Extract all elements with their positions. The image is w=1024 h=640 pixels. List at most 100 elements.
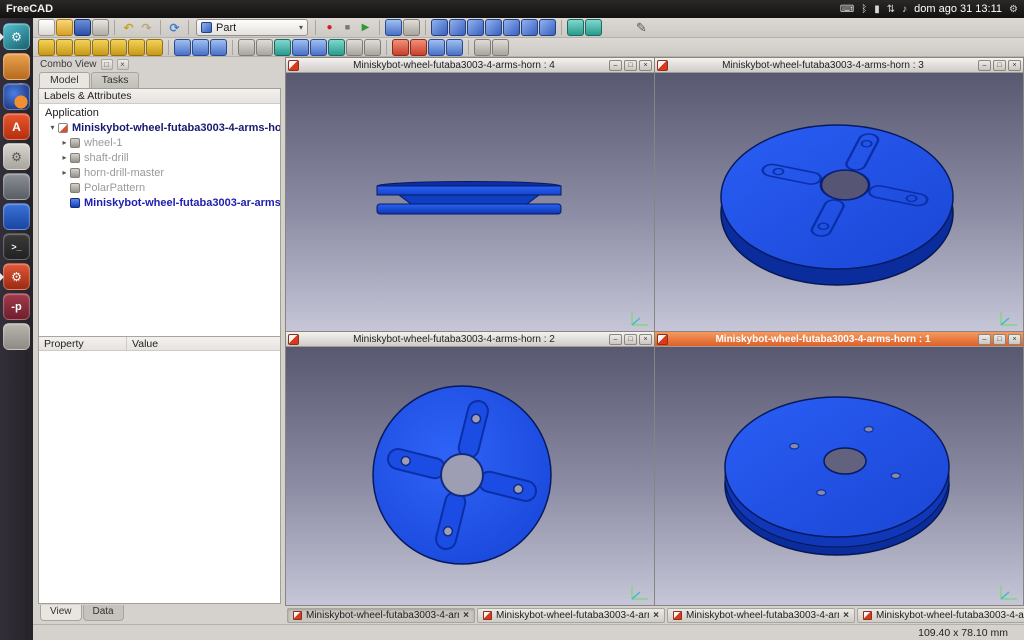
expand-arrow-icon[interactable]: ▸: [59, 153, 70, 162]
taskbar-tab-3[interactable]: Miniskybot-wheel-futaba3003-4-arms-horn …: [667, 608, 855, 623]
view-window-2[interactable]: Miniskybot-wheel-futaba3003-4-arms-horn …: [285, 331, 655, 606]
view-top-button[interactable]: [467, 19, 484, 36]
launcher-system-settings[interactable]: ⚙: [3, 143, 30, 170]
measure-linear-button[interactable]: [567, 19, 584, 36]
clock[interactable]: dom ago 31 13:11: [914, 3, 1002, 15]
tree-root-application[interactable]: Application: [39, 105, 280, 120]
part-chamfer-button[interactable]: [310, 39, 327, 56]
active-app-name[interactable]: FreeCAD: [6, 3, 53, 15]
tab-data[interactable]: Data: [83, 605, 124, 621]
tree-item-shaft-drill[interactable]: ▸ shaft-drill: [39, 150, 280, 165]
close-button[interactable]: ×: [1008, 334, 1021, 345]
print-button[interactable]: [92, 19, 109, 36]
part-primitives-button[interactable]: [128, 39, 145, 56]
part-torus-button[interactable]: [110, 39, 127, 56]
macro-play-button[interactable]: ▶: [357, 19, 374, 36]
window-4-titlebar[interactable]: Miniskybot-wheel-futaba3003-4-arms-horn …: [286, 58, 654, 73]
window-1-titlebar[interactable]: Miniskybot-wheel-futaba3003-4-arms-horn …: [655, 332, 1023, 347]
view-window-4[interactable]: Miniskybot-wheel-futaba3003-4-arms-horn …: [285, 57, 655, 332]
close-button[interactable]: ×: [639, 60, 652, 71]
view-left-button[interactable]: [539, 19, 556, 36]
view-bottom-button[interactable]: [521, 19, 538, 36]
property-column-header[interactable]: Property: [39, 337, 127, 350]
view-axonometric-button[interactable]: [431, 19, 448, 36]
tab-close-icon[interactable]: ×: [463, 610, 469, 621]
boolean-cut-button[interactable]: [210, 39, 227, 56]
viewport-isometric-top[interactable]: [655, 73, 1023, 331]
part-mirror-button[interactable]: [274, 39, 291, 56]
part-defeaturing-button[interactable]: [492, 39, 509, 56]
undo-button[interactable]: ↶: [120, 19, 137, 36]
launcher-gimp[interactable]: -p: [3, 293, 30, 320]
close-button[interactable]: ×: [1008, 60, 1021, 71]
tab-tasks[interactable]: Tasks: [91, 72, 140, 88]
tab-close-icon[interactable]: ×: [843, 610, 849, 621]
taskbar-tab-1[interactable]: Miniskybot-wheel-futaba3003-4-arms-horn …: [287, 608, 475, 623]
new-document-button[interactable]: [38, 19, 55, 36]
minimize-button[interactable]: –: [609, 334, 622, 345]
tab-close-icon[interactable]: ×: [653, 610, 659, 621]
launcher-amazon[interactable]: A: [3, 113, 30, 140]
view-window-1[interactable]: Miniskybot-wheel-futaba3003-4-arms-horn …: [654, 331, 1024, 606]
part-offset-button[interactable]: [428, 39, 445, 56]
part-fillet-button[interactable]: [292, 39, 309, 56]
boolean-union-button[interactable]: [174, 39, 191, 56]
part-box-button[interactable]: [38, 39, 55, 56]
taskbar-tab-2[interactable]: Miniskybot-wheel-futaba3003-4-arms-horn …: [477, 608, 665, 623]
value-column-header[interactable]: Value: [127, 337, 163, 350]
part-cylinder-button[interactable]: [56, 39, 73, 56]
window-2-titlebar[interactable]: Miniskybot-wheel-futaba3003-4-arms-horn …: [286, 332, 654, 347]
launcher-blue-app[interactable]: [3, 203, 30, 230]
boolean-common-button[interactable]: [192, 39, 209, 56]
maximize-button[interactable]: □: [993, 60, 1006, 71]
edit-pen-button[interactable]: ✎: [633, 19, 650, 36]
viewport-isometric-bottom[interactable]: [655, 347, 1023, 605]
bluetooth-icon[interactable]: ᛒ: [861, 4, 867, 15]
draw-style-button[interactable]: [403, 19, 420, 36]
part-section-button[interactable]: [392, 39, 409, 56]
part-extrude-button[interactable]: [238, 39, 255, 56]
panel-close-button[interactable]: ×: [117, 59, 129, 70]
wheel-top-view-model[interactable]: [286, 347, 654, 605]
window-3-titlebar[interactable]: Miniskybot-wheel-futaba3003-4-arms-horn …: [655, 58, 1023, 73]
save-button[interactable]: [74, 19, 91, 36]
part-ruled-surface-button[interactable]: [328, 39, 345, 56]
taskbar-tab-4[interactable]: Miniskybot-wheel-futaba3003-4-arms-horn …: [857, 608, 1024, 623]
tree-item-wheel-1[interactable]: ▸ wheel-1: [39, 135, 280, 150]
tab-view[interactable]: View: [40, 605, 82, 621]
redo-button[interactable]: ↷: [138, 19, 155, 36]
view-window-3[interactable]: Miniskybot-wheel-futaba3003-4-arms-horn …: [654, 57, 1024, 332]
network-icon[interactable]: ⇅: [887, 4, 895, 15]
part-revolve-button[interactable]: [256, 39, 273, 56]
viewport-top-view[interactable]: [286, 347, 654, 605]
wheel-isometric-top-model[interactable]: [655, 73, 1023, 331]
launcher-freecad-red[interactable]: ⚙: [3, 263, 30, 290]
maximize-button[interactable]: □: [624, 334, 637, 345]
minimize-button[interactable]: –: [978, 334, 991, 345]
macro-stop-button[interactable]: ■: [339, 19, 356, 36]
view-right-button[interactable]: [485, 19, 502, 36]
part-shapebuilder-button[interactable]: [146, 39, 163, 56]
tree-item-polarpattern[interactable]: PolarPattern: [39, 180, 280, 195]
part-sweep-button[interactable]: [364, 39, 381, 56]
view-fit-button[interactable]: [385, 19, 402, 36]
tree-item-document[interactable]: ▾ Miniskybot-wheel-futaba3003-4-arms-hor…: [39, 120, 280, 135]
collapse-arrow-icon[interactable]: ▾: [47, 123, 58, 132]
keyboard-indicator-icon[interactable]: ⌨: [840, 4, 854, 15]
property-table-body[interactable]: [39, 351, 280, 603]
open-button[interactable]: [56, 19, 73, 36]
viewport-side-view[interactable]: [286, 73, 654, 331]
launcher-terminal[interactable]: >_: [3, 233, 30, 260]
part-sphere-button[interactable]: [74, 39, 91, 56]
tree-item-horn-drill-master[interactable]: ▸ horn-drill-master: [39, 165, 280, 180]
part-loft-button[interactable]: [346, 39, 363, 56]
tab-model[interactable]: Model: [39, 72, 90, 88]
battery-icon[interactable]: ▮: [874, 4, 880, 15]
tree-item-final-solid[interactable]: Miniskybot-wheel-futaba3003-ar-arms-horn…: [39, 195, 280, 210]
volume-icon[interactable]: ♪: [902, 4, 907, 15]
view-front-button[interactable]: [449, 19, 466, 36]
measure-angular-button[interactable]: [585, 19, 602, 36]
macro-record-button[interactable]: ●: [321, 19, 338, 36]
part-cross-sections-button[interactable]: [410, 39, 427, 56]
maximize-button[interactable]: □: [993, 334, 1006, 345]
